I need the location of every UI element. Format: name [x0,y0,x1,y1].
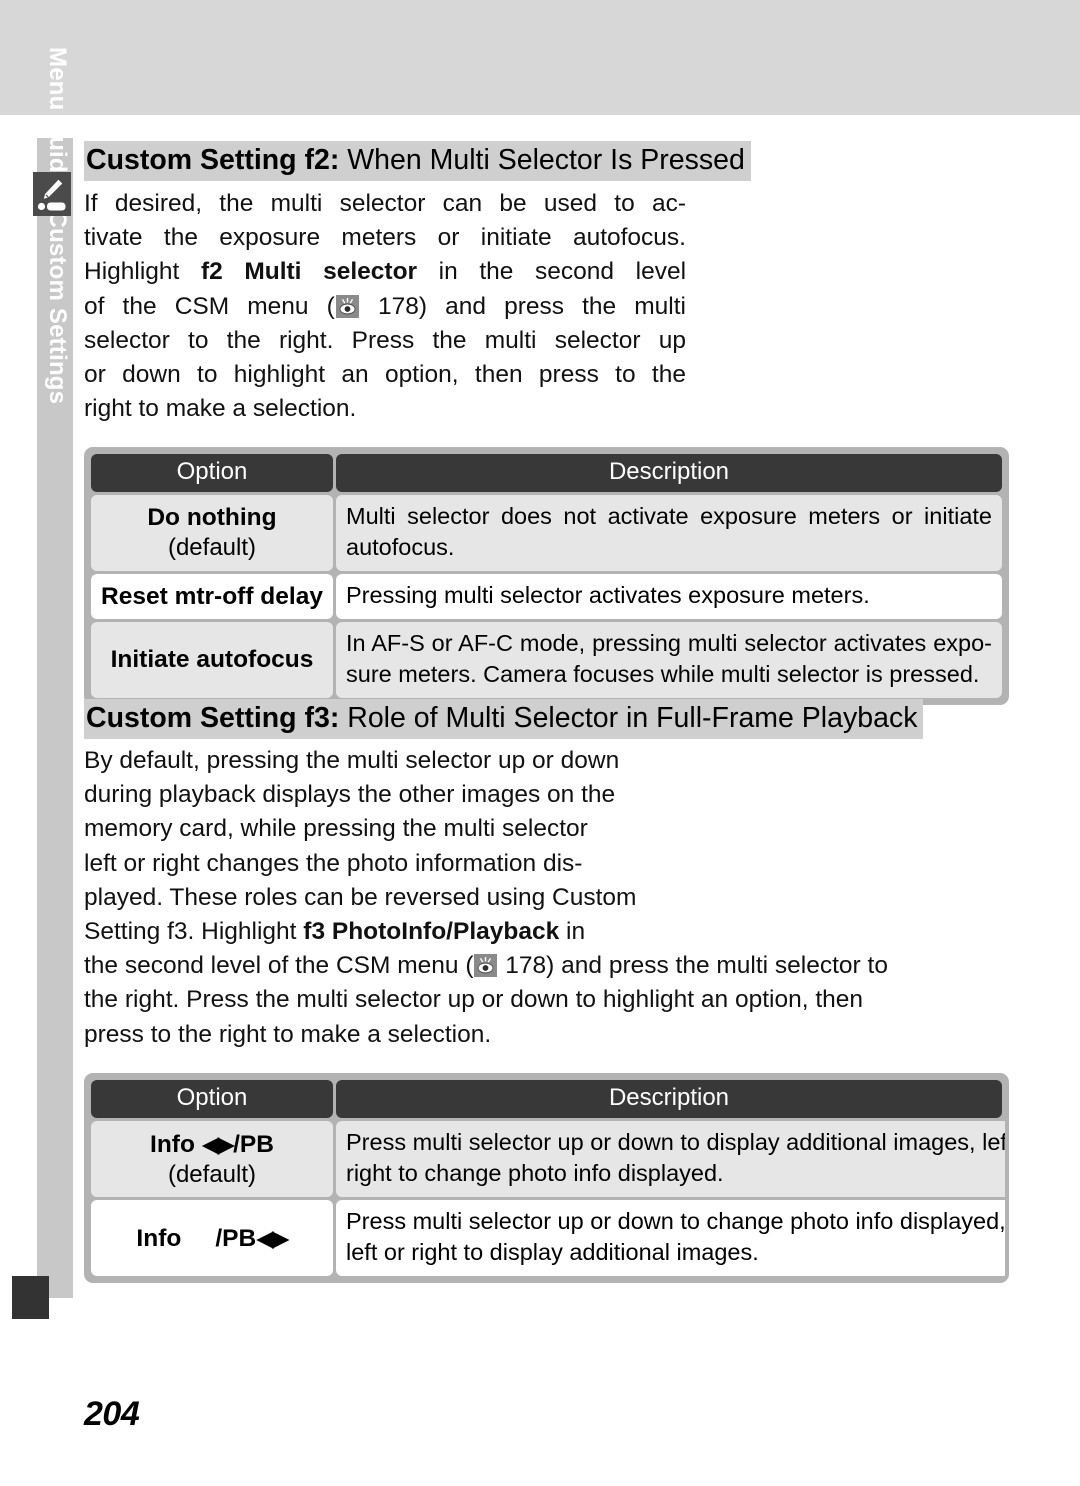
paragraph-f3-line-4: left or right changes the photo informat… [84,849,583,877]
option-name: Do nothing [147,504,277,531]
side-tab-label: Menu Guide—Custom Settings [44,47,71,405]
eye-reference-icon [335,294,359,318]
paragraph-f2-line-3: Highlight f2 Multi selector in the secon… [84,255,686,289]
option-name: Reset mtr-off delay [101,582,323,610]
description-line: left or right to display additional imag… [346,1239,759,1265]
left-right-arrow-icon: ◀▶ [256,1224,289,1251]
paragraph-f3: By default, pressing the multi selector … [84,744,1009,1052]
paragraph-f2: If desired, the multi selector can be us… [84,187,686,426]
table-cell-description: In AF-S or AF-C mode, pressing multi sel… [336,622,1002,698]
heading-f2-rest: When Multi Selector Is Pressed [339,144,745,176]
paragraph-f2-line-6: or down to highlight an option, then pre… [84,361,686,389]
option-name: Initiate autofocus [110,646,314,673]
table-cell-option: Reset mtr-off delay [91,574,333,619]
table-row: Initiate autofocus In AF-S or AF-C mode,… [91,622,1002,698]
description-text: Press multi selector up or down to displ… [346,1127,1009,1189]
option-name-suffix: /PB [233,1130,274,1158]
table-cell-description: Press multi selector up or down to chang… [336,1200,1006,1276]
paragraph-f2-line-5: selector to the right. Press the multi s… [84,326,686,354]
description-text: Press multi selector up or down to chang… [346,1206,1006,1268]
description-line: autofocus. [346,534,455,560]
table-row: Info/PB◀▶ Press multi selector up or dow… [91,1200,1005,1276]
paragraph-f3-line-3: memory card, while pressing the multi se… [84,815,588,843]
option-name-suffix: /PB [215,1224,257,1252]
paragraph-f3-line6-bold: f3 PhotoInfo/Playback [303,918,560,946]
table-row: Do nothing (default) Multi selector does… [91,495,1002,571]
paragraph-f3-line6-a: Setting f3. Highlight [84,918,304,946]
table-header-option: Option [91,454,333,492]
paragraph-f3-line7-b: 178) and press the multi selector to [498,952,888,980]
paragraph-f2-line3-a: Highlight [84,258,201,286]
description-line: Pressing multi selector activates exposu… [346,582,870,608]
paragraph-f3-line-6: Setting f3. Highlight f3 PhotoInfo/Playb… [84,915,1009,949]
paragraph-f3-line-9: press to the right to make a selection. [84,1020,492,1048]
option-name-prefix: Info [150,1130,202,1158]
left-right-arrow-icon: ◀▶ [201,1130,235,1157]
table-cell-description: Multi selector does not activate exposur… [336,495,1002,571]
paragraph-f2-line-7: right to make a selection. [84,395,357,423]
table-header-description: Description [336,1080,1002,1118]
table-cell-option: Info/PB◀▶ [91,1200,333,1276]
description-line: Press multi selector up or down to chang… [346,1208,1006,1234]
heading-f3-bold: Custom Setting f3: [86,702,340,734]
side-tab-strip: Menu Guide—Custom Settings [37,47,73,1298]
paragraph-f2-line4-a: of the CSM menu ( [84,292,335,320]
paragraph-f3-line-8: the right. Press the multi selector up o… [84,986,864,1014]
paragraph-f3-line6-b: in [559,918,586,946]
table-cell-description: Press multi selector up or down to displ… [336,1121,1009,1197]
page-top-band [0,0,1080,115]
paragraph-f2-line3-bold: f2 Multi selector [200,258,418,286]
description-line: Multi selector does not activate exposur… [346,503,992,529]
paragraph-f2-line3-b: in the second level [417,258,687,286]
option-default-note: (default) [167,1160,257,1188]
description-line: right to change photo info displayed. [346,1160,724,1186]
table-row: Reset mtr-off delay Pressing multi selec… [91,574,1002,619]
paragraph-f3-line-2: during playback displays the other image… [84,781,616,809]
eye-reference-icon [474,954,498,978]
paragraph-f2-line-1: If desired, the multi selector can be us… [84,190,686,217]
option-default-note: (default) [167,534,257,561]
table-f2-options: Option Description Do nothing (default) … [84,447,1009,705]
table-f3-options: Option Description Info ◀▶/PB (default) … [84,1073,1009,1283]
option-name-prefix: Info [136,1224,182,1252]
heading-f2-bold: Custom Setting f2: [86,144,340,176]
heading-custom-setting-f2: Custom Setting f2: When Multi Selector I… [84,141,751,181]
table-header-row: Option Description [91,454,1002,492]
paragraph-f3-line-1: By default, pressing the multi selector … [84,747,620,774]
description-text: Pressing multi selector activates exposu… [346,580,992,611]
table-cell-description: Pressing multi selector activates exposu… [336,574,1002,619]
paragraph-f2-line4-b: 178) and press the multi [359,292,686,320]
table-header-description: Description [336,454,1002,492]
description-line: sure meters. Camera focuses while multi … [346,661,980,687]
option-name: Info ◀▶/PB [150,1129,274,1160]
heading-f3-rest: Role of Multi Selector in Full-Frame Pla… [339,702,918,734]
paragraph-f2-line-4: of the CSM menu ( 178) and press the mul… [84,290,686,324]
page-edge-marker [12,1276,49,1319]
paragraph-f3-line7-a: the second level of the CSM menu ( [84,952,474,980]
pencil-icon [33,172,71,216]
option-name: Info/PB◀▶ [136,1223,289,1254]
table-header-row: Option Description [91,1080,1002,1118]
page-number: 204 [84,1395,140,1433]
table-cell-option: Do nothing (default) [91,495,333,571]
heading-custom-setting-f3: Custom Setting f3: Role of Multi Selecto… [84,699,924,739]
description-line: In AF-S or AF-C mode, pressing multi sel… [346,630,992,656]
paragraph-f3-line-5: played. These roles can be reversed usin… [84,883,637,911]
paragraph-f2-line-2: tivate the exposure meters or initiate a… [84,224,686,252]
table-cell-option: Info ◀▶/PB (default) [91,1121,333,1197]
description-text: Multi selector does not activate exposur… [346,501,992,563]
description-text: In AF-S or AF-C mode, pressing multi sel… [346,628,992,690]
paragraph-f3-line-7: the second level of the CSM menu ( 178) … [84,949,1009,983]
description-line: Press multi selector up or down to displ… [346,1129,1009,1155]
table-row: Info ◀▶/PB (default) Press multi selecto… [91,1121,1005,1197]
table-header-option: Option [91,1080,333,1118]
table-cell-option: Initiate autofocus [91,622,333,698]
